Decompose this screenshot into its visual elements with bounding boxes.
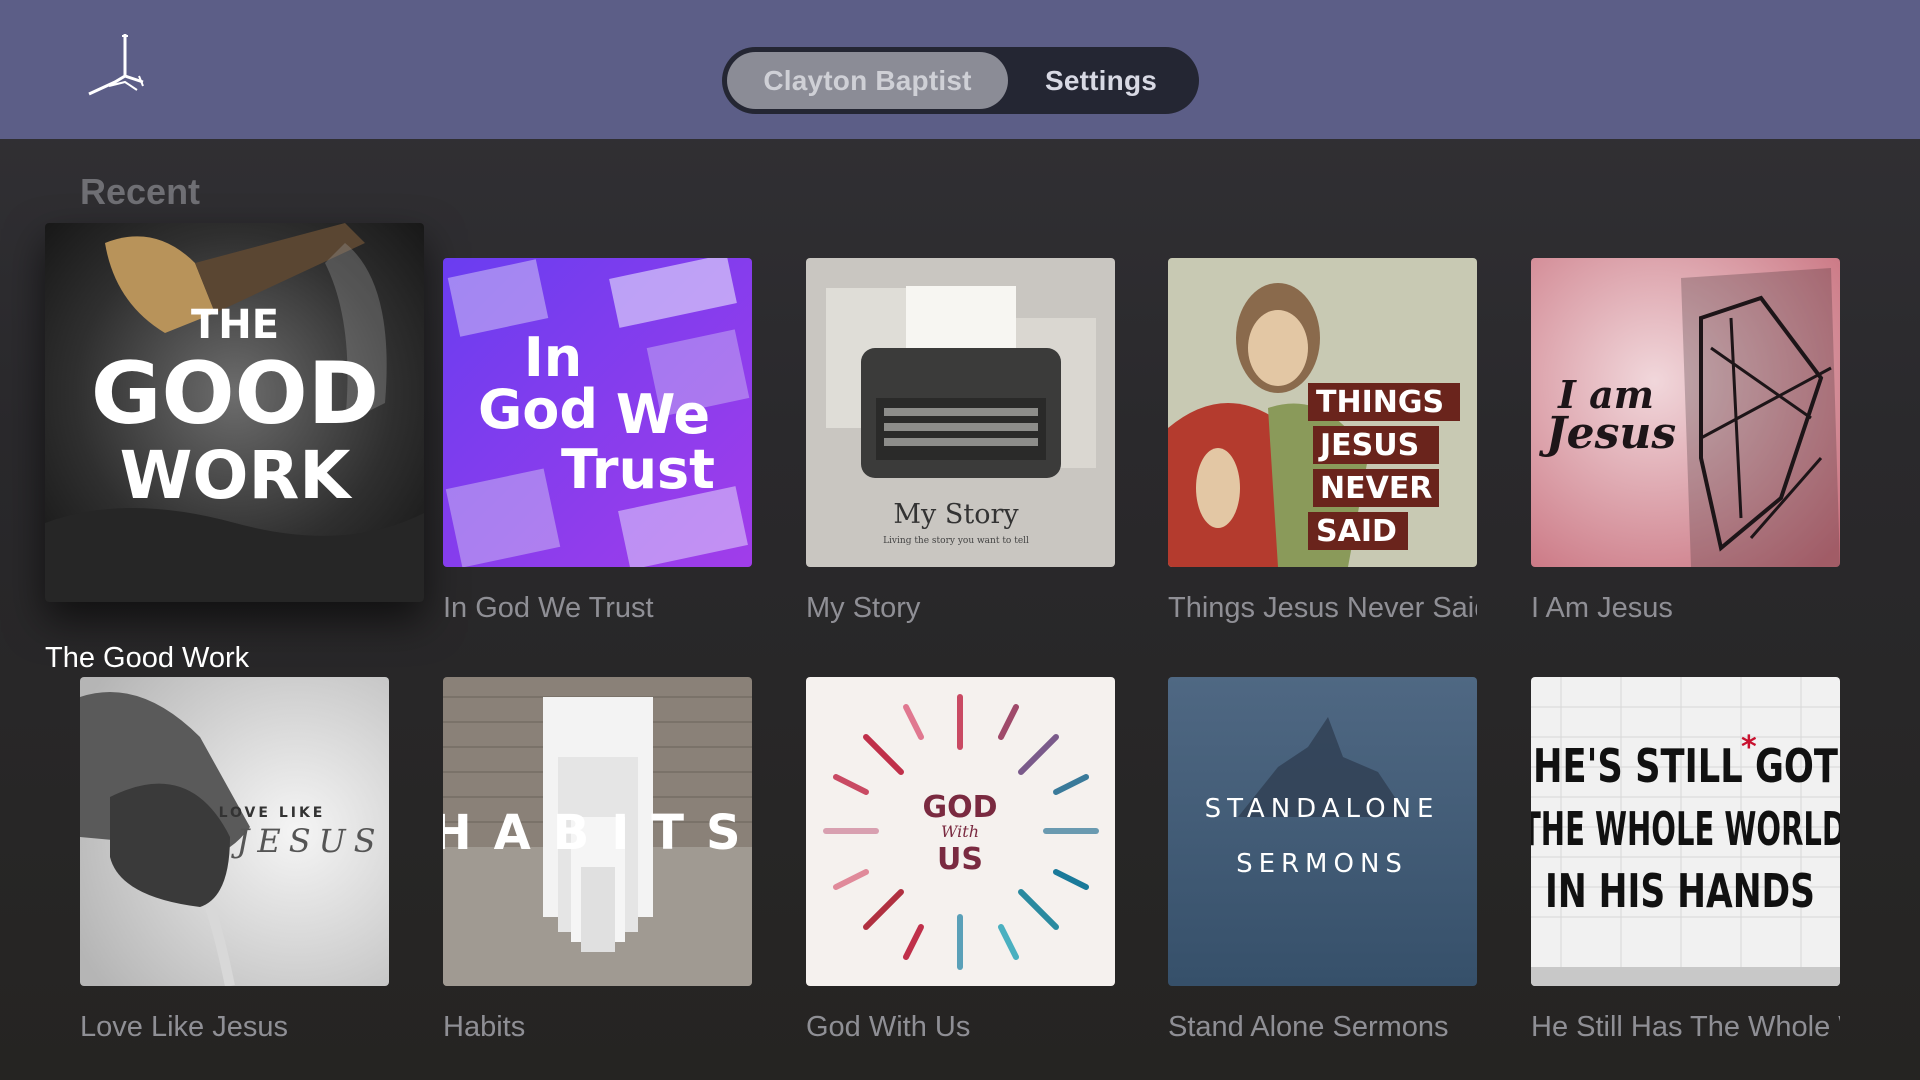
series-title: Stand Alone Sermons [1168,1011,1449,1043]
series-title: Love Like Jesus [80,1011,288,1043]
series-artwork: In God We Trust [443,258,752,567]
svg-text:With: With [941,822,979,841]
tab-settings[interactable]: Settings [1008,52,1194,109]
svg-text:IN HIS HANDS: IN HIS HANDS [1545,864,1815,918]
top-bar: Clayton Baptist Settings [0,0,1920,139]
svg-text:JESUS: JESUS [231,822,384,860]
series-artwork: THINGS JESUS NEVER SAID [1168,258,1477,567]
svg-text:Trust: Trust [561,438,715,501]
svg-text:WORK: WORK [120,437,354,514]
section-title: Recent [80,171,201,212]
svg-text:HE'S STILL GOT: HE'S STILL GOT [1533,739,1838,793]
svg-text:JESUS: JESUS [1318,428,1419,463]
svg-text:God: God [478,378,598,441]
svg-text:My Story: My Story [893,499,1019,530]
series-title: I Am Jesus [1531,592,1673,624]
series-artwork: HABITS [443,677,752,986]
svg-text:SAID: SAID [1316,514,1397,549]
series-title: Things Jesus Never Said [1168,592,1477,624]
series-title: My Story [806,592,921,624]
svg-text:THE WHOLE WORLD: THE WHOLE WORLD [1531,802,1840,856]
svg-text:THINGS: THINGS [1316,385,1444,420]
svg-text:We: We [616,383,710,446]
series-artwork: GOD With US [806,677,1115,986]
series-title: The Good Work [45,642,250,674]
series-artwork: I am Jesus [1531,258,1840,567]
series-title: God With Us [806,1011,971,1043]
series-artwork: STANDALONE SERMONS [1168,677,1477,986]
series-title: In God We Trust [443,592,654,624]
series-artwork: LOVE LIKE JESUS [80,677,389,986]
svg-text:NEVER: NEVER [1320,471,1432,506]
svg-text:SERMONS: SERMONS [1236,849,1408,879]
tab-clayton-baptist[interactable]: Clayton Baptist [727,52,1008,109]
svg-text:Living the story you want to t: Living the story you want to tell [883,536,1029,546]
svg-text:GOD: GOD [922,790,997,825]
svg-text:HABITS: HABITS [443,805,752,861]
church-logo-icon [85,30,151,100]
svg-text:STANDALONE: STANDALONE [1205,794,1440,824]
top-segmented-control: Clayton Baptist Settings [722,47,1199,114]
series-artwork: * HE'S STILL GOT THE WHOLE WORLD IN HIS … [1531,677,1840,986]
svg-text:LOVE LIKE: LOVE LIKE [219,805,326,821]
svg-text:US: US [937,842,983,877]
series-artwork: THE GOOD WORK [45,223,424,602]
svg-text:GOOD: GOOD [91,344,379,444]
series-artwork: My Story Living the story you want to te… [806,258,1115,567]
svg-text:Jesus: Jesus [1539,408,1676,459]
series-title: Habits [443,1011,526,1043]
svg-text:THE: THE [191,302,279,348]
series-title: He Still Has The Whole World In His Hand… [1531,1011,1840,1043]
